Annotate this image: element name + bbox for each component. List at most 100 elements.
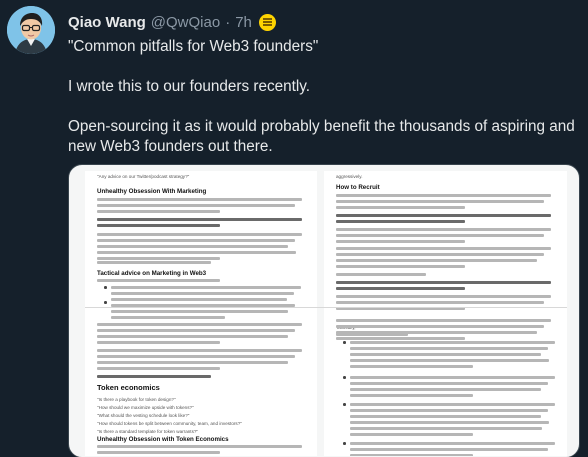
doc-text-line (350, 421, 549, 424)
doc-text-line (97, 279, 220, 282)
doc-text-line (97, 233, 302, 236)
author-handle[interactable]: @QwQiao (151, 14, 220, 31)
doc-text-line (350, 341, 555, 344)
doc-text-line (336, 281, 551, 285)
tweet-text-line: "Common pitfalls for Web3 founders" (68, 38, 319, 55)
doc-text-line (350, 403, 555, 406)
doc-text-line (336, 247, 551, 250)
doc-text: aggressively. (336, 174, 363, 179)
doc-text-line (97, 218, 302, 222)
tweet[interactable]: Qiao Wang @QwQiao · 7h "Common pitfalls … (0, 0, 588, 457)
doc-heading: How to Recruit (336, 184, 380, 191)
doc-text-line (350, 409, 548, 412)
doc-text-line (350, 376, 555, 379)
author-name[interactable]: Qiao Wang (68, 14, 146, 31)
doc-text-line (350, 365, 473, 368)
doc-text-line (97, 355, 295, 358)
doc-text-line (350, 448, 548, 451)
document-page-left: "Any advice on our Twitter/podcast strat… (85, 171, 317, 456)
attached-image[interactable]: "Any advice on our Twitter/podcast strat… (68, 164, 580, 457)
doc-text-line (336, 206, 465, 209)
doc-text-line (350, 388, 541, 391)
timestamp[interactable]: 7h (235, 14, 252, 31)
doc-text-line (336, 333, 408, 336)
doc-text-line (350, 454, 473, 456)
doc-text-line (336, 295, 551, 298)
doc-text-line (350, 433, 473, 436)
doc-text-line (336, 253, 544, 256)
bullet-icon (343, 442, 346, 445)
bullet-icon (343, 341, 346, 344)
page-divider (85, 307, 567, 308)
doc-text-line (97, 224, 220, 228)
doc-text-line (336, 200, 544, 203)
doc-text-line (336, 234, 544, 237)
doc-text-line (336, 337, 465, 340)
doc-text-line (111, 298, 287, 301)
doc-text-line (111, 310, 288, 313)
gold-badge-icon[interactable] (258, 13, 276, 31)
doc-intro: "Any advice on our Twitter/podcast strat… (97, 174, 190, 179)
doc-text-line (97, 198, 302, 201)
doc-text-line (97, 451, 220, 454)
doc-question: "Is there a standard template for token … (97, 429, 199, 434)
bullet-icon (343, 403, 346, 406)
doc-text-line (350, 415, 541, 418)
tweet-text-line: Open-sourcing it as it would probably be… (68, 118, 575, 155)
tweet-header: Qiao Wang @QwQiao · 7h (68, 12, 276, 32)
doc-text-line (97, 349, 302, 352)
doc-text-line (97, 210, 220, 213)
doc-text-line (97, 375, 211, 379)
separator-dot: · (225, 13, 231, 31)
avatar[interactable] (7, 6, 55, 54)
doc-text-line (350, 442, 555, 445)
doc-text-line (350, 347, 548, 350)
doc-text-line (336, 228, 551, 231)
doc-text-line (111, 286, 301, 289)
doc-question: "What should the vesting schedule look l… (97, 413, 190, 418)
doc-text-line (111, 316, 225, 319)
doc-text-line (97, 239, 295, 242)
doc-text-line (97, 257, 220, 260)
doc-text-line (336, 301, 544, 304)
doc-heading: Unhealthy Obsession With Marketing (97, 188, 207, 195)
doc-text-line (336, 214, 551, 218)
bullet-icon (104, 286, 107, 289)
doc-text-line (336, 325, 544, 328)
doc-heading: Token economics (97, 383, 160, 392)
doc-question: "Is there a playbook for token design?" (97, 397, 176, 402)
doc-text-line (97, 245, 288, 248)
doc-text-line (336, 319, 551, 322)
doc-text-line (336, 259, 537, 262)
doc-text-line (336, 194, 551, 197)
doc-text-line (336, 220, 465, 224)
doc-text-line (336, 273, 426, 276)
doc-text-line (97, 261, 211, 264)
doc-text-line (97, 361, 288, 364)
doc-text-line (350, 353, 541, 356)
doc-text-line (97, 341, 220, 344)
doc-text-line (350, 359, 549, 362)
doc-text-line (350, 427, 542, 430)
doc-text-line (350, 394, 473, 397)
doc-heading: Tactical advice on Marketing in Web3 (97, 270, 207, 277)
doc-text-line (336, 240, 465, 243)
doc-question: "How should we maximize upside with toke… (97, 405, 194, 410)
doc-text-line (97, 204, 295, 207)
doc-text-line (97, 329, 295, 332)
doc-text-line (97, 323, 302, 326)
doc-text-line (111, 292, 294, 295)
document-page-right: aggressively. How to Recruit Tactically, (324, 171, 567, 456)
tweet-text-line: I wrote this to our founders recently. (68, 78, 311, 95)
avatar-portrait-icon (7, 6, 55, 54)
doc-text-line (97, 335, 288, 338)
doc-text-line (97, 445, 302, 448)
doc-question: "How should tokens be split between comm… (97, 421, 242, 426)
bullet-icon (104, 301, 107, 304)
doc-text-line (97, 251, 296, 254)
doc-text-line (336, 287, 465, 291)
doc-heading: Unhealthy Obsession with Token Economics (97, 436, 229, 443)
doc-text-line (97, 367, 220, 370)
doc-text-line (336, 265, 465, 268)
doc-text-line (350, 382, 548, 385)
